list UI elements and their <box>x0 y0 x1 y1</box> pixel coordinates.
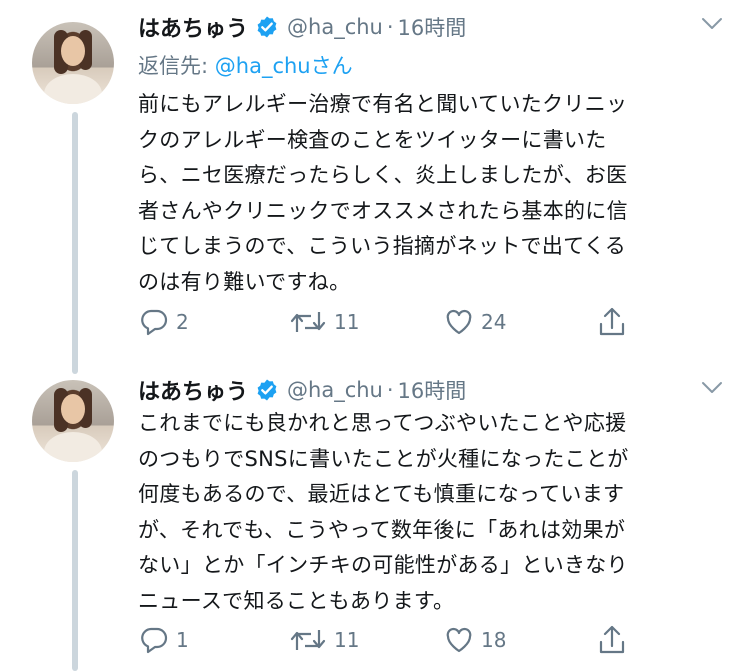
chevron-down-icon[interactable] <box>700 378 724 398</box>
thread-connector <box>72 470 78 671</box>
tweet-header: はあちゅう @ha_chu · 16時間 <box>138 12 466 42</box>
retweet-button[interactable]: 11 <box>288 304 359 340</box>
reply-prefix: 返信先: <box>138 54 215 78</box>
retweet-icon <box>290 630 326 650</box>
action-bar: 1 11 18 <box>138 622 658 658</box>
display-name[interactable]: はあちゅう <box>138 11 248 43</box>
reply-context: 返信先: @ha_chuさん <box>138 50 353 80</box>
handle[interactable]: @ha_chu <box>287 378 383 402</box>
share-icon <box>599 307 625 336</box>
avatar[interactable] <box>32 22 114 104</box>
text-line: ニュースで知ることもあります。 <box>138 588 455 613</box>
handle[interactable]: @ha_chu <box>287 15 383 39</box>
text-line: 者さんやクリニックでオススメされたら基本的に信 <box>138 198 628 223</box>
text-line: ない」とか「インチキの可能性がある」といきなり <box>138 553 628 577</box>
like-button[interactable]: 24 <box>443 304 506 340</box>
retweet-count: 11 <box>334 310 360 334</box>
avatar[interactable] <box>32 380 114 462</box>
retweet-button[interactable]: 11 <box>288 622 359 658</box>
text-line: 何度もあるので、最近はとても慎重になっています <box>138 482 625 506</box>
separator-dot: · <box>386 15 394 39</box>
reply-icon <box>141 627 168 654</box>
share-icon <box>599 625 625 654</box>
reply-button[interactable]: 2 <box>138 304 189 340</box>
share-button[interactable] <box>596 622 628 658</box>
text-line: 前にもアレルギー治療で有名と聞いていたクリニッ <box>138 92 628 116</box>
text-line: が、それでも、こうやって数年後に「あれは効果が <box>138 517 626 542</box>
thread-connector <box>72 112 78 374</box>
text-line: のつもりでSNSに書いたことが火種になったことが <box>138 446 629 471</box>
share-button[interactable] <box>596 304 628 340</box>
separator-dot: · <box>386 378 394 402</box>
text-line: クのアレルギー検査のことをツイッターに書いた <box>138 127 607 152</box>
retweet-count: 11 <box>334 628 360 652</box>
reply-button[interactable]: 1 <box>138 622 189 658</box>
reply-icon <box>141 309 168 336</box>
like-count: 18 <box>481 628 507 652</box>
reply-count: 1 <box>176 628 189 652</box>
action-bar: 2 11 24 <box>138 304 658 340</box>
tweet-text: 前にもアレルギー治療で有名と聞いていたクリニッ クのアレルギー検査のことをツイッ… <box>138 87 718 300</box>
chevron-down-icon[interactable] <box>700 14 724 34</box>
verified-badge-icon <box>257 16 277 38</box>
verified-badge-icon <box>257 379 277 401</box>
tweet-text: これまでにも良かれと思ってつぶやいたことや応援 のつもりでSNSに書いたことが火… <box>138 406 718 619</box>
like-icon <box>446 627 472 653</box>
text-line: のは有り難いですね。 <box>138 269 351 294</box>
like-button[interactable]: 18 <box>443 622 506 658</box>
like-count: 24 <box>481 310 507 334</box>
text-line: ら、ニセ医療だったらしく、炎上しましたが、お医 <box>138 163 628 187</box>
text-line: これまでにも良かれと思ってつぶやいたことや応援 <box>138 411 627 435</box>
reply-mention-link[interactable]: @ha_chuさん <box>215 54 353 78</box>
tweet-header: はあちゅう @ha_chu · 16時間 <box>138 375 466 405</box>
timestamp[interactable]: 16時間 <box>398 375 467 405</box>
reply-count: 2 <box>176 310 189 334</box>
like-icon <box>446 309 472 335</box>
display-name[interactable]: はあちゅう <box>138 374 248 406</box>
timestamp[interactable]: 16時間 <box>398 12 467 42</box>
text-line: じてしまうので、こういう指摘がネットで出てくる <box>138 234 627 258</box>
retweet-icon <box>290 312 326 332</box>
